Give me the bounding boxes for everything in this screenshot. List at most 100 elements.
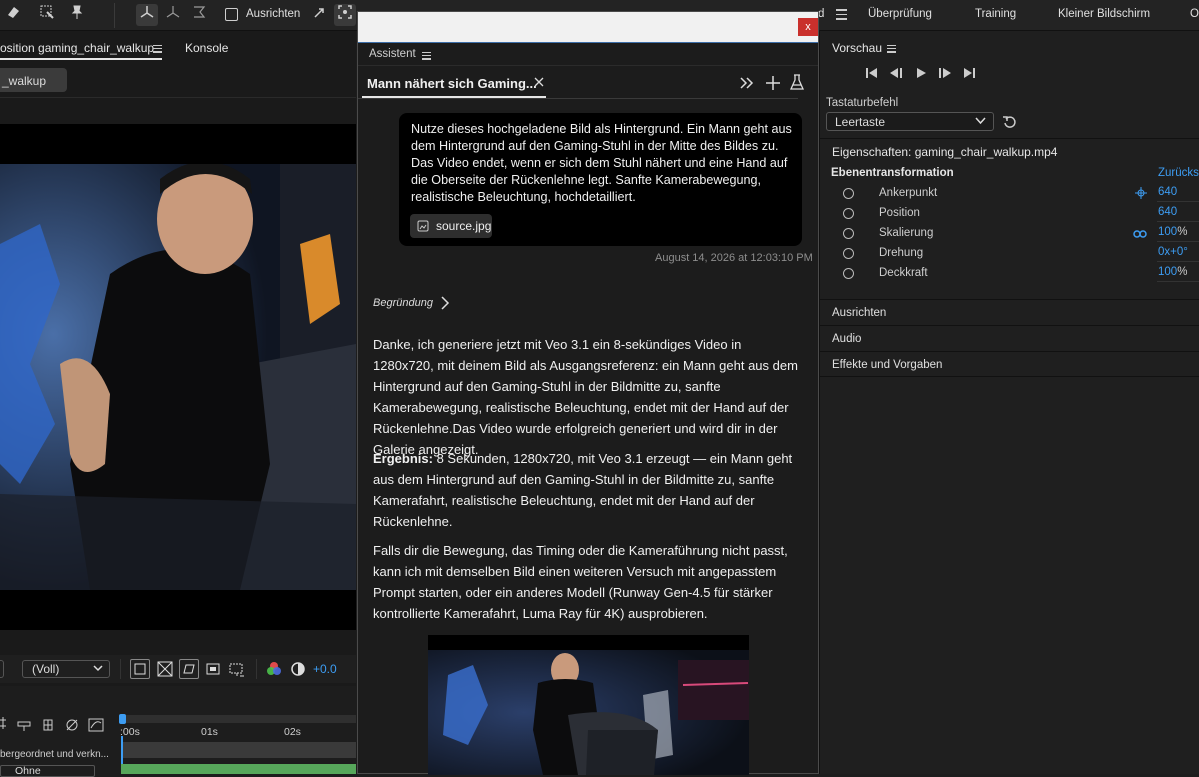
roto-brush-icon[interactable] (36, 4, 58, 26)
assistant-response-p3: Falls dir die Bewegung, das Timing oder … (373, 543, 788, 621)
timeline-header-track (121, 742, 356, 758)
stopwatch-icon[interactable] (843, 228, 854, 239)
timeline-panel: :00s 01s 02s bergeordnet und verkn... Oh… (0, 686, 356, 777)
section-effects-label: Effekte und Vorgaben (832, 359, 943, 371)
color-channels-icon[interactable] (266, 661, 282, 677)
constrain-proportions-icon[interactable] (1133, 228, 1147, 242)
result-label: Ergebnis: (373, 451, 433, 466)
section-align-label: Ausrichten (832, 307, 887, 319)
stopwatch-icon[interactable] (843, 208, 854, 219)
axis-view-icon[interactable] (188, 4, 210, 26)
reasoning-toggle[interactable]: Begründung (373, 297, 433, 309)
guides-icon[interactable] (204, 660, 222, 678)
assistant-dialog: x Assistent Mann nähert sich Gaming... N… (357, 11, 819, 775)
snap-icon[interactable] (334, 4, 356, 26)
opacity-value-text[interactable]: 100 (1158, 266, 1177, 278)
workspace-partial-right[interactable]: O (1190, 8, 1199, 20)
magnification-dropdown[interactable] (0, 660, 4, 678)
shortcut-dropdown[interactable]: Leertaste (826, 112, 994, 131)
reasoning-label: Begründung (373, 297, 433, 309)
last-frame-icon[interactable] (962, 67, 976, 79)
reset-link[interactable]: Zurückse (1158, 167, 1199, 179)
stopwatch-icon[interactable] (843, 248, 854, 259)
generated-video-thumbnail[interactable] (428, 635, 749, 775)
axis-local-icon[interactable] (136, 4, 158, 26)
preview-menu-icon[interactable] (887, 44, 896, 53)
tab-menu-icon[interactable] (153, 44, 162, 53)
new-chat-plus-icon[interactable] (765, 75, 781, 91)
close-tab-icon[interactable] (534, 76, 544, 88)
anchor-value[interactable]: 640 (1157, 186, 1199, 202)
video-frame-image (0, 164, 356, 590)
parent-dropdown[interactable]: Ohne (0, 765, 95, 777)
scale-value[interactable]: 100% (1157, 226, 1199, 242)
stopwatch-icon[interactable] (843, 268, 854, 279)
opacity-unit: % (1177, 266, 1188, 278)
layer-bar[interactable] (121, 764, 356, 774)
align-label: Ausrichten (246, 8, 301, 20)
divider (358, 98, 798, 99)
rotation-value-text[interactable]: 0x+0° (1158, 246, 1188, 258)
shortcut-value: Leertaste (835, 115, 886, 129)
workspace-training[interactable]: Training (975, 8, 1016, 20)
pin-icon[interactable] (66, 4, 88, 26)
next-frame-icon[interactable] (938, 67, 952, 79)
transparency-grid-icon[interactable] (156, 660, 174, 678)
anchor-value-text[interactable]: 640 (1158, 186, 1177, 198)
reset-shortcut-icon[interactable] (1002, 114, 1018, 130)
section-effects[interactable]: Effekte und Vorgaben (820, 351, 1199, 377)
section-audio[interactable]: Audio (820, 325, 1199, 351)
opacity-value[interactable]: 100% (1157, 266, 1199, 282)
play-icon[interactable] (915, 67, 927, 79)
close-button[interactable]: x (798, 18, 818, 36)
graph-editor-icon[interactable] (88, 717, 105, 733)
first-frame-icon[interactable] (865, 67, 879, 79)
grid-options-icon[interactable] (228, 660, 246, 678)
experimental-flask-icon[interactable] (789, 74, 805, 91)
tab-console[interactable]: Konsole (185, 41, 228, 55)
resolution-dropdown[interactable]: (Voll) (22, 660, 110, 678)
region-of-interest-icon[interactable] (130, 659, 150, 679)
work-area-bar[interactable] (121, 715, 356, 723)
property-name: Skalierung (879, 227, 934, 239)
preview-title: Vorschau (832, 41, 883, 55)
playhead-handle[interactable] (119, 714, 126, 724)
workspace-review[interactable]: Überprüfung (868, 8, 932, 20)
toolbar-divider (114, 3, 115, 28)
attachment-chip[interactable]: source.jpg (410, 214, 492, 238)
anchor-crosshair-icon[interactable] (1135, 187, 1147, 202)
position-value-text[interactable]: 640 (1158, 206, 1177, 218)
reset-exposure-icon[interactable] (290, 661, 306, 677)
properties-panel: Vorschau Tastaturbefehl Leertaste Eigens… (819, 31, 1199, 774)
draft-3d-icon[interactable] (16, 718, 32, 732)
mask-visibility-icon[interactable] (179, 659, 199, 679)
conversation-tab-title[interactable]: Mann nähert sich Gaming... (367, 76, 537, 91)
eraser-icon[interactable] (2, 4, 24, 26)
dialog-titlebar[interactable]: x (358, 12, 818, 42)
workspace-small-screen[interactable]: Kleiner Bildschirm (1058, 8, 1150, 20)
stopwatch-icon[interactable] (843, 188, 854, 199)
shy-layers-icon[interactable] (40, 718, 56, 732)
expand-icon[interactable] (308, 4, 330, 26)
property-row-anchor: Ankerpunkt 640 (820, 184, 1199, 204)
property-row-scale: Skalierung 100% (820, 224, 1199, 244)
rotation-value[interactable]: 0x+0° (1157, 246, 1199, 262)
chevron-right-icon[interactable] (440, 296, 450, 310)
scale-value-text[interactable]: 100 (1158, 226, 1177, 238)
section-align[interactable]: Ausrichten (820, 299, 1199, 325)
exposure-value[interactable]: +0.0 (313, 662, 337, 676)
parent-column-header: bergeordnet und verkn... (0, 749, 109, 760)
align-checkbox[interactable] (225, 8, 238, 21)
result-text: 8 Sekunden, 1280x720, mit Veo 3.1 erzeug… (373, 451, 793, 529)
previous-frame-icon[interactable] (889, 67, 903, 79)
composition-chip[interactable]: _walkup (0, 68, 67, 92)
expand-double-chevron-icon[interactable] (739, 75, 755, 91)
tab-composition[interactable]: osition gaming_chair_walkup (0, 41, 154, 55)
frame-blending-icon[interactable] (64, 718, 80, 732)
property-name: Position (879, 207, 920, 219)
position-value[interactable]: 640 (1157, 206, 1199, 222)
axis-world-icon[interactable] (162, 4, 184, 26)
panel-menu-icon[interactable] (422, 51, 431, 60)
divider (820, 138, 1199, 139)
hamburger-menu-icon[interactable] (836, 8, 847, 20)
